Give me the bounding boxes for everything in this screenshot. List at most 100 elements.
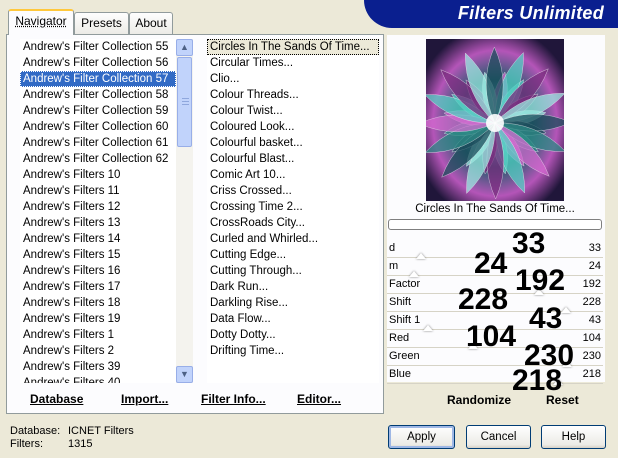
editor-button[interactable]: Editor... [297,392,341,406]
scroll-down-button[interactable]: ▼ [176,366,193,383]
database-status-value: ICNET Filters [68,425,134,437]
filters-status-value: 1315 [68,438,93,450]
filter-list-item[interactable]: Dark Run... [207,279,379,295]
randomize-button[interactable]: Randomize [447,393,511,407]
category-scrollbar[interactable]: ▲ ▼ [176,39,193,383]
apply-button[interactable]: Apply [388,425,455,449]
slider-value: 104 [582,332,601,344]
category-list-item[interactable]: Andrew's Filters 12 [20,199,176,215]
category-list-item[interactable]: Andrew's Filter Collection 62 [20,151,176,167]
filter-list-item[interactable]: Comic Art 10... [207,167,379,183]
scroll-up-button[interactable]: ▲ [176,39,193,56]
title-banner: Filters Unlimited [364,0,618,28]
filter-list-item[interactable]: Data Flow... [207,311,379,327]
slider-label: Shift 1 [389,314,421,326]
filter-list-item[interactable]: Criss Crossed... [207,183,379,199]
filter-list-item[interactable]: Colourful basket... [207,135,379,151]
banner-title: Filters Unlimited [457,3,604,23]
overlay-value-red: 104 [466,320,517,353]
reset-button[interactable]: Reset [546,393,579,407]
overlay-value-m: 24 [474,247,508,280]
category-list[interactable]: Andrew's Filter Collection 55 Andrew's Fi… [20,39,176,383]
help-button[interactable]: Help [541,425,606,449]
database-label: Database [30,392,84,406]
filter-list-item[interactable]: Cutting Edge... [207,247,379,263]
tab-about[interactable]: About [129,12,173,34]
filter-list-item[interactable]: Curled and Whirled... [207,231,379,247]
category-list-item[interactable]: Andrew's Filters 17 [20,279,176,295]
tab-about-label: About [135,16,167,30]
database-status: Database: ICNET Filters [10,425,134,437]
scroll-thumb[interactable] [177,57,192,147]
category-list-item[interactable]: Andrew's Filters 16 [20,263,176,279]
category-list-item[interactable]: Andrew's Filters 40 [20,375,176,383]
preview-image [426,39,564,201]
category-list-item[interactable]: Andrew's Filter Collection 56 [20,55,176,71]
tab-navigator[interactable]: Navigator [8,9,74,35]
progress-bar [388,219,602,230]
category-list-item[interactable]: Andrew's Filter Collection 55 [20,39,176,55]
filter-list-item[interactable]: Colour Threads... [207,87,379,103]
filter-list-item[interactable]: Darkling Rise... [207,295,379,311]
import-button[interactable]: Import... [121,392,168,406]
filter-list-item[interactable]: Coloured Look... [207,119,379,135]
filter-list-item[interactable]: Circular Times... [207,55,379,71]
category-list-item[interactable]: Andrew's Filters 1 [20,327,176,343]
filter-list[interactable]: Circles In The Sands Of Time... Circular … [207,39,379,383]
database-status-label: Database: [10,425,61,437]
category-list-item[interactable]: Andrew's Filters 14 [20,231,176,247]
category-list-item[interactable]: Andrew's Filters 2 [20,343,176,359]
category-list-item[interactable]: Andrew's Filter Collection 57 [20,71,176,87]
cancel-button[interactable]: Cancel [466,425,531,449]
category-list-item[interactable]: Andrew's Filters 19 [20,311,176,327]
filter-list-item[interactable]: Circles In The Sands Of Time... [207,39,379,55]
slider-label: d [389,242,396,254]
overlay-value-blue: 218 [512,364,563,397]
overlay-value-shift1: 43 [529,302,563,335]
slider-label: Blue [389,368,412,380]
slider-value: 43 [588,314,601,326]
overlay-value-shift: 228 [458,283,509,316]
tab-presets[interactable]: Presets [74,12,129,34]
filter-list-item[interactable]: Drifting Time... [207,343,379,359]
slider-value: 230 [582,350,601,362]
preview-caption: Circles In The Sands Of Time... [415,203,575,215]
slider-label: Factor [389,278,421,290]
filter-list-item[interactable]: Colourful Blast... [207,151,379,167]
category-list-item[interactable]: Andrew's Filters 13 [20,215,176,231]
filter-list-item[interactable]: Crossing Time 2... [207,199,379,215]
filter-list-item[interactable]: Colour Twist... [207,103,379,119]
filters-status: Filters: 1315 [10,438,92,450]
slider-track[interactable] [387,383,603,384]
filter-info-label: Filter Info... [201,392,266,406]
category-list-item[interactable]: Andrew's Filter Collection 61 [20,135,176,151]
category-list-item[interactable]: Andrew's Filters 39 [20,359,176,375]
import-label: Import... [121,392,169,406]
database-button[interactable]: Database [30,392,83,406]
category-list-item[interactable]: Andrew's Filters 18 [20,295,176,311]
filter-list-item[interactable]: Dotty Dotty... [207,327,379,343]
slider-value: 218 [582,368,601,380]
category-list-item[interactable]: Andrew's Filter Collection 60 [20,119,176,135]
filter-list-item[interactable]: Clio... [207,71,379,87]
filter-list-item[interactable]: Cutting Through... [207,263,379,279]
category-list-item[interactable]: Andrew's Filters 11 [20,183,176,199]
category-list-item[interactable]: Andrew's Filter Collection 59 [20,103,176,119]
slider-value: 24 [588,260,601,272]
overlay-value-factor: 192 [515,264,566,297]
category-list-item[interactable]: Andrew's Filters 10 [20,167,176,183]
slider-label: Green [389,350,420,362]
slider-value: 228 [582,296,601,308]
filter-list-item[interactable]: CrossRoads City... [207,215,379,231]
editor-label: Editor... [297,392,342,406]
tab-presets-label: Presets [81,16,122,30]
category-list-item[interactable]: Andrew's Filter Collection 58 [20,87,176,103]
slider-label: Red [389,332,410,344]
tab-navigator-label: Navigator [15,14,67,28]
slider-label: m [389,260,399,272]
filters-status-label: Filters: [10,438,43,450]
category-list-item[interactable]: Andrew's Filters 15 [20,247,176,263]
slider-value: 192 [582,278,601,290]
filter-info-button[interactable]: Filter Info... [201,392,266,406]
slider-value: 33 [588,242,601,254]
